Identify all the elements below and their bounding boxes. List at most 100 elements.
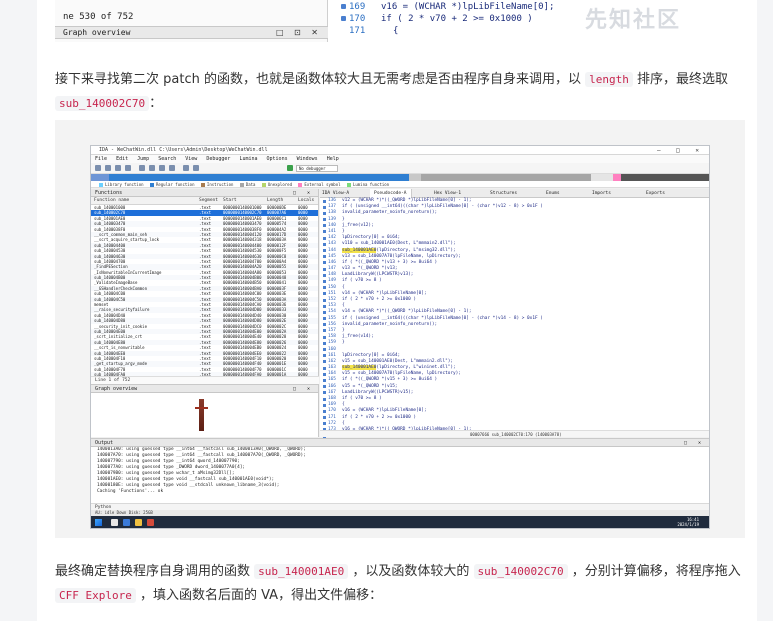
data-icon[interactable] [159, 165, 165, 171]
tab-exports[interactable]: Exports [646, 189, 665, 198]
breakpoint-dot-icon[interactable] [323, 261, 326, 265]
breakpoint-dot-icon[interactable] [323, 211, 326, 215]
breakpoint-dot-icon[interactable] [323, 249, 326, 252]
navigation-band[interactable] [91, 174, 709, 181]
breakpoint-dot-icon[interactable] [323, 409, 326, 413]
breakpoint-dot-icon[interactable] [323, 335, 326, 339]
code-icon[interactable] [149, 165, 155, 171]
python-input[interactable]: Python [91, 503, 709, 510]
line-number: 170 [341, 14, 365, 24]
back-icon[interactable] [115, 165, 121, 171]
pseudocode-lines: 136 v12 = (WCHAR *)*((_QWORD *)lpLibFileN… [320, 198, 709, 446]
breakpoint-dot-icon[interactable] [323, 218, 326, 222]
breakpoint-dot-icon[interactable] [323, 403, 326, 407]
panel-close-icon[interactable]: □ ✕ [684, 439, 705, 447]
forward-icon[interactable] [125, 165, 131, 171]
breakpoint-dot-icon[interactable] [323, 205, 326, 209]
breakpoint-dot-icon[interactable] [323, 416, 326, 420]
breakpoint-dot-icon[interactable] [323, 242, 326, 246]
tab-enums[interactable]: Enums [546, 189, 560, 198]
open-icon[interactable] [95, 165, 101, 171]
tab-hex-view[interactable]: Hex View-1 [434, 189, 461, 198]
legend-swatch [346, 183, 351, 187]
view-tabs: IDA View-A Pseudocode-A Hex View-1 Struc… [320, 189, 709, 198]
breakpoint-dot-icon[interactable] [323, 378, 326, 382]
panel-close-icon[interactable]: □ ✕ [293, 385, 314, 393]
breakpoint-dot-icon[interactable] [323, 391, 326, 395]
graph-thumbnail[interactable] [199, 399, 204, 431]
breakpoint-dot-icon[interactable] [323, 224, 326, 228]
functions-list: sub_140001000 .text 0000000140001000 000000… [91, 205, 318, 378]
explorer-icon[interactable] [123, 519, 130, 526]
menu-windows[interactable]: Windows [297, 156, 318, 162]
breakpoint-dot-icon[interactable] [323, 317, 326, 321]
menu-debugger[interactable]: Debugger [206, 156, 230, 162]
save-icon[interactable] [105, 165, 111, 171]
breakpoint-dot-icon[interactable] [323, 329, 326, 333]
breakpoint-dot-icon[interactable] [323, 354, 326, 358]
breakpoint-dot-icon[interactable] [323, 360, 326, 364]
string-icon[interactable] [169, 165, 175, 171]
search-icon[interactable] [111, 519, 118, 526]
breakpoint-dot-icon[interactable] [323, 341, 326, 345]
panel-close-icon[interactable]: □ ✕ [293, 189, 314, 197]
breakpoint-dot-icon[interactable] [323, 422, 326, 426]
tab-pseudocode[interactable]: Pseudocode-A [370, 189, 412, 198]
menu-edit[interactable]: Edit [116, 156, 128, 162]
breakpoint-dot-icon[interactable] [323, 230, 326, 234]
menu-jump[interactable]: Jump [137, 156, 149, 162]
breakpoint-dot-icon[interactable] [323, 255, 326, 259]
graph-icon[interactable] [183, 165, 189, 171]
clock-date: 2024/1/19 [677, 522, 699, 527]
legend-item: Unexplored [267, 182, 292, 187]
search-icon[interactable] [139, 165, 145, 171]
breakpoint-dot-icon[interactable] [323, 236, 326, 240]
breakpoint-dot-icon[interactable] [323, 310, 326, 314]
window-controls[interactable]: – □ ✕ [657, 146, 705, 155]
run-icon[interactable] [287, 165, 293, 171]
breakpoint-dot-icon[interactable] [323, 298, 326, 302]
breakpoint-dot-icon[interactable] [323, 267, 326, 271]
menu-file[interactable]: File [95, 156, 107, 162]
breakpoint-dot-icon[interactable] [323, 199, 326, 203]
breakpoint-dot-icon[interactable] [323, 366, 326, 370]
col-locals[interactable]: Locals [298, 197, 314, 205]
breakpoint-dot-icon[interactable] [323, 286, 326, 290]
breakpoint-dot-icon[interactable] [323, 385, 326, 389]
menu-options[interactable]: Options [267, 156, 288, 162]
text: ，分别计算偏移，将程序拖入 [567, 564, 741, 579]
line-number: 169 [341, 2, 365, 12]
menu-help[interactable]: Help [327, 156, 339, 162]
breakpoint-dot-icon[interactable] [323, 304, 326, 308]
legend-item: Regular function [155, 182, 195, 187]
tab-ida-view[interactable]: IDA View-A [322, 189, 349, 198]
col-function-name[interactable]: Function name [94, 197, 129, 205]
breakpoint-dot-icon[interactable] [323, 292, 326, 296]
breakpoint-dot-icon[interactable] [323, 279, 326, 283]
col-segment[interactable]: Segment [199, 197, 218, 205]
pseudocode-icon[interactable] [193, 165, 199, 171]
menu-view[interactable]: View [185, 156, 197, 162]
code-text: { [393, 26, 399, 36]
breakpoint-dot-icon[interactable] [323, 348, 326, 351]
tab-imports[interactable]: Imports [592, 189, 611, 198]
folder-icon[interactable] [135, 519, 142, 526]
breakpoint-dot-icon[interactable] [323, 397, 326, 401]
menu-search[interactable]: Search [158, 156, 176, 162]
ida-icon[interactable] [147, 519, 154, 526]
windows-start-icon[interactable] [95, 519, 102, 526]
debugger-select[interactable]: No debugger [296, 165, 338, 172]
text: ，以及函数体较大的 [348, 564, 474, 579]
panel-buttons[interactable]: □ ⊡ ✕ [276, 28, 322, 37]
breakpoint-dot-icon [341, 4, 346, 9]
menu-lumina[interactable]: Lumina [239, 156, 257, 162]
col-length[interactable]: Length [267, 197, 283, 205]
tab-structures[interactable]: Structures [490, 189, 517, 198]
breakpoint-dot-icon[interactable] [323, 273, 326, 277]
legend-swatch [261, 183, 266, 187]
breakpoint-dot-icon[interactable] [323, 372, 326, 376]
breakpoint-dot-icon[interactable] [323, 323, 326, 327]
legend-swatch [200, 183, 205, 187]
graph-overview-panel: Graph overview □ ✕ [91, 384, 319, 437]
col-start[interactable]: Start [223, 197, 237, 205]
